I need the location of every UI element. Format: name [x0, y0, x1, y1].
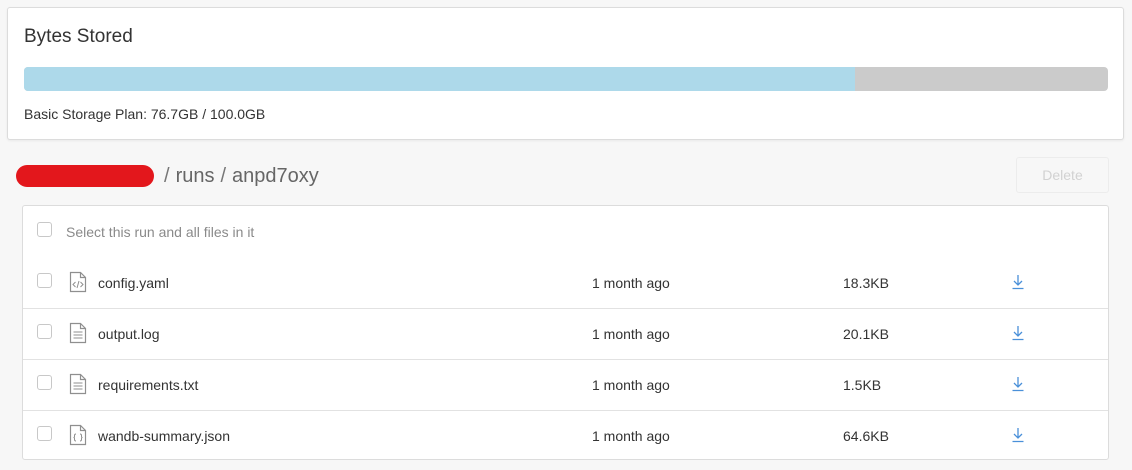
file-name[interactable]: output.log [98, 326, 160, 342]
delete-button[interactable]: Delete [1016, 157, 1109, 193]
files-table: Select this run and all files in it conf… [22, 205, 1109, 460]
text-file-icon [69, 322, 87, 344]
file-size: 18.3KB [843, 275, 889, 291]
file-row: config.yaml 1 month ago 18.3KB [23, 258, 1108, 309]
download-icon[interactable] [1011, 274, 1025, 290]
text-file-icon [69, 373, 87, 395]
breadcrumb-run-id: anpd7oxy [232, 164, 319, 187]
select-all-checkbox[interactable] [37, 222, 52, 237]
file-checkbox[interactable] [37, 324, 52, 339]
file-modified: 1 month ago [592, 275, 670, 291]
file-size: 20.1KB [843, 326, 889, 342]
file-checkbox[interactable] [37, 375, 52, 390]
download-icon[interactable] [1011, 376, 1025, 392]
select-all-row: Select this run and all files in it [23, 206, 1108, 258]
storage-title: Bytes Stored [24, 26, 133, 47]
storage-card: Bytes Stored Basic Storage Plan: 76.7GB … [7, 7, 1124, 140]
file-name[interactable]: requirements.txt [98, 377, 198, 393]
file-checkbox[interactable] [37, 426, 52, 441]
file-modified: 1 month ago [592, 428, 670, 444]
file-row: wandb-summary.json 1 month ago 64.6KB [23, 411, 1108, 462]
file-modified: 1 month ago [592, 326, 670, 342]
storage-plan-caption: Basic Storage Plan: 76.7GB / 100.0GB [24, 106, 266, 122]
breadcrumb: / runs / anpd7oxy [16, 162, 319, 190]
file-modified: 1 month ago [592, 377, 670, 393]
file-size: 64.6KB [843, 428, 889, 444]
file-row: requirements.txt 1 month ago 1.5KB [23, 360, 1108, 411]
file-name[interactable]: wandb-summary.json [98, 428, 230, 444]
download-icon[interactable] [1011, 325, 1025, 341]
storage-progress-fill [24, 67, 856, 91]
redacted-owner-name [16, 165, 154, 187]
download-icon[interactable] [1011, 427, 1025, 443]
breadcrumb-separator: / [220, 164, 227, 187]
select-all-label: Select this run and all files in it [66, 224, 255, 240]
file-name[interactable]: config.yaml [98, 275, 169, 291]
code-file-icon [69, 271, 87, 293]
file-checkbox[interactable] [37, 273, 52, 288]
json-file-icon [69, 424, 87, 446]
file-size: 1.5KB [843, 377, 882, 393]
file-row: output.log 1 month ago 20.1KB [23, 309, 1108, 360]
breadcrumb-separator: / [164, 164, 170, 187]
breadcrumb-runs-link[interactable]: runs [176, 165, 215, 188]
storage-progress-bar [24, 67, 1108, 91]
